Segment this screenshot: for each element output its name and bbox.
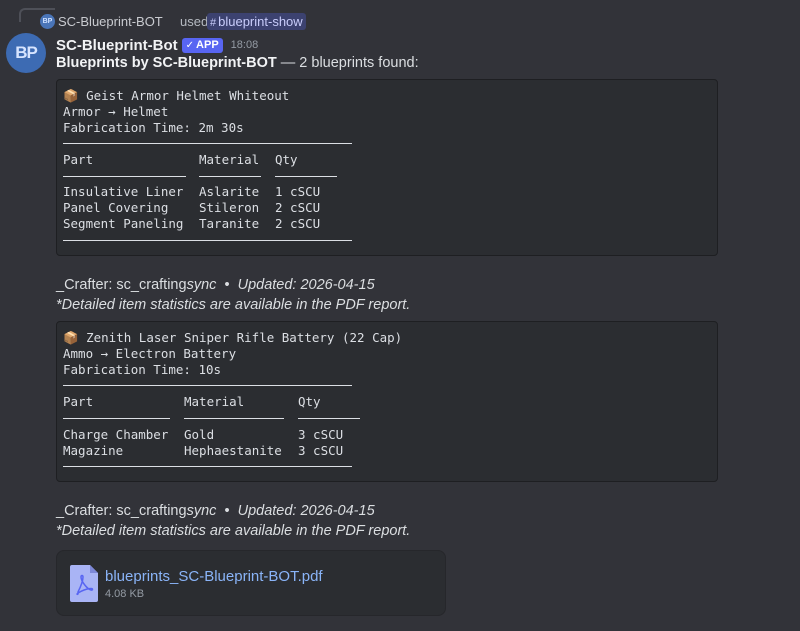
verified-check-icon: ✓ xyxy=(185,39,195,51)
table-cell-qty: 3 cSCU xyxy=(298,443,344,458)
table-rule-top xyxy=(63,385,352,386)
header-material: Material xyxy=(199,152,260,167)
table-row: Charge Chamber xyxy=(63,427,169,442)
separator-dot: • xyxy=(224,503,230,519)
blueprint-title-text: Geist Armor Helmet Whiteout xyxy=(86,88,290,103)
header-part: Part xyxy=(63,152,94,167)
table-rule-bottom xyxy=(63,466,352,467)
header-qty: Qty xyxy=(275,152,298,167)
table-row: Segment Paneling xyxy=(63,216,184,231)
table-row: Magazine xyxy=(63,443,124,458)
table-cell-qty: 1 cSCU xyxy=(275,184,321,199)
pdf-attachment[interactable]: blueprints_SC-Blueprint-BOT.pdf 4.08 KB xyxy=(56,550,446,616)
updated-date: Updated: 2026-04-15 xyxy=(237,503,375,519)
blueprint-title-text: Zenith Laser Sniper Rifle Battery (22 Ca… xyxy=(86,330,403,345)
table-row: Insulative Liner xyxy=(63,184,184,199)
bot-avatar[interactable]: BP xyxy=(6,33,46,73)
message-header: SC-Blueprint-Bot ✓ APP 18:08 xyxy=(56,35,258,55)
blueprint-fabrication-time: Fabrication Time: 2m 30s xyxy=(63,120,244,135)
package-icon: 📦 xyxy=(63,88,79,103)
reply-reference[interactable]: BP SC-Blueprint-BOT used # blueprint-show xyxy=(0,13,320,31)
updated-date: Updated: 2026-04-15 xyxy=(237,277,375,293)
header-qty: Qty xyxy=(298,394,321,409)
table-rule-top xyxy=(63,143,352,144)
blueprint-title: 📦 Zenith Laser Sniper Rifle Battery (22 … xyxy=(63,330,402,346)
slash-command-chip[interactable]: # blueprint-show xyxy=(207,13,306,30)
summary-bold: Blueprints by SC-Blueprint-BOT xyxy=(56,55,277,71)
app-badge-label: APP xyxy=(196,38,219,51)
crafter-prefix: _Crafter: sc_crafting xyxy=(56,503,187,519)
pdf-note-text: *Detailed item statistics are available … xyxy=(56,297,411,313)
header-underline-material xyxy=(199,176,261,177)
package-icon: 📦 xyxy=(63,330,79,345)
bot-username[interactable]: SC-Blueprint-Bot xyxy=(56,37,178,54)
table-row: Panel Covering xyxy=(63,200,169,215)
table-cell-material: Hephaestanite xyxy=(184,443,282,458)
pdf-note-2: *Detailed item statistics are available … xyxy=(56,523,410,539)
message-timestamp[interactable]: 18:08 xyxy=(231,39,259,51)
table-rule-bottom xyxy=(63,240,352,241)
blueprint-fabrication-time: Fabrication Time: 10s xyxy=(63,362,222,377)
pdf-file-icon[interactable] xyxy=(70,565,98,602)
blueprint-category: Armor → Helmet xyxy=(63,104,169,119)
table-cell-material: Taranite xyxy=(199,216,260,231)
crafter-italic: sync xyxy=(186,277,217,293)
header-underline-qty xyxy=(275,176,337,177)
table-cell-material: Stileron xyxy=(199,200,260,215)
separator-dot: • xyxy=(224,277,230,293)
header-underline-part xyxy=(63,418,170,419)
header-part: Part xyxy=(63,394,94,409)
header-underline-part xyxy=(63,176,186,177)
blueprint-code-block-1: 📦 Geist Armor Helmet Whiteout Armor → He… xyxy=(56,79,718,256)
blueprint-category: Ammo → Electron Battery xyxy=(63,346,237,361)
attachment-size: 4.08 KB xyxy=(105,588,145,600)
header-material: Material xyxy=(184,394,245,409)
table-cell-qty: 3 cSCU xyxy=(298,427,344,442)
crafter-prefix: _Crafter: sc_crafting xyxy=(56,277,187,293)
table-cell-qty: 2 cSCU xyxy=(275,216,321,231)
table-cell-material: Gold xyxy=(184,427,215,442)
pdf-note-1: *Detailed item statistics are available … xyxy=(56,297,410,313)
command-hash-icon: # xyxy=(210,17,217,29)
header-underline-material xyxy=(184,418,284,419)
attachment-filename-link[interactable]: blueprints_SC-Blueprint-BOT.pdf xyxy=(105,568,323,585)
crafter-line-1: _Crafter: sc_craftingsync • Updated: 202… xyxy=(56,277,375,293)
reply-author[interactable]: SC-Blueprint-BOT xyxy=(58,14,163,29)
crafter-line-2: _Crafter: sc_craftingsync • Updated: 202… xyxy=(56,503,375,519)
table-cell-material: Aslarite xyxy=(199,184,260,199)
app-badge: ✓ APP xyxy=(181,37,223,53)
header-underline-qty xyxy=(298,418,360,419)
reply-used-text: used xyxy=(180,14,209,29)
blueprint-title: 📦 Geist Armor Helmet Whiteout xyxy=(63,88,289,104)
blueprint-code-block-2: 📦 Zenith Laser Sniper Rifle Battery (22 … xyxy=(56,321,718,482)
slash-command-name: blueprint-show xyxy=(218,14,303,29)
table-cell-qty: 2 cSCU xyxy=(275,200,321,215)
summary-rest: — 2 blueprints found: xyxy=(276,55,419,71)
pdf-note-text: *Detailed item statistics are available … xyxy=(56,523,411,539)
message-summary: Blueprints by SC-Blueprint-BOT — 2 bluep… xyxy=(56,55,419,71)
reply-avatar[interactable]: BP xyxy=(40,14,55,29)
crafter-italic: sync xyxy=(186,503,217,519)
